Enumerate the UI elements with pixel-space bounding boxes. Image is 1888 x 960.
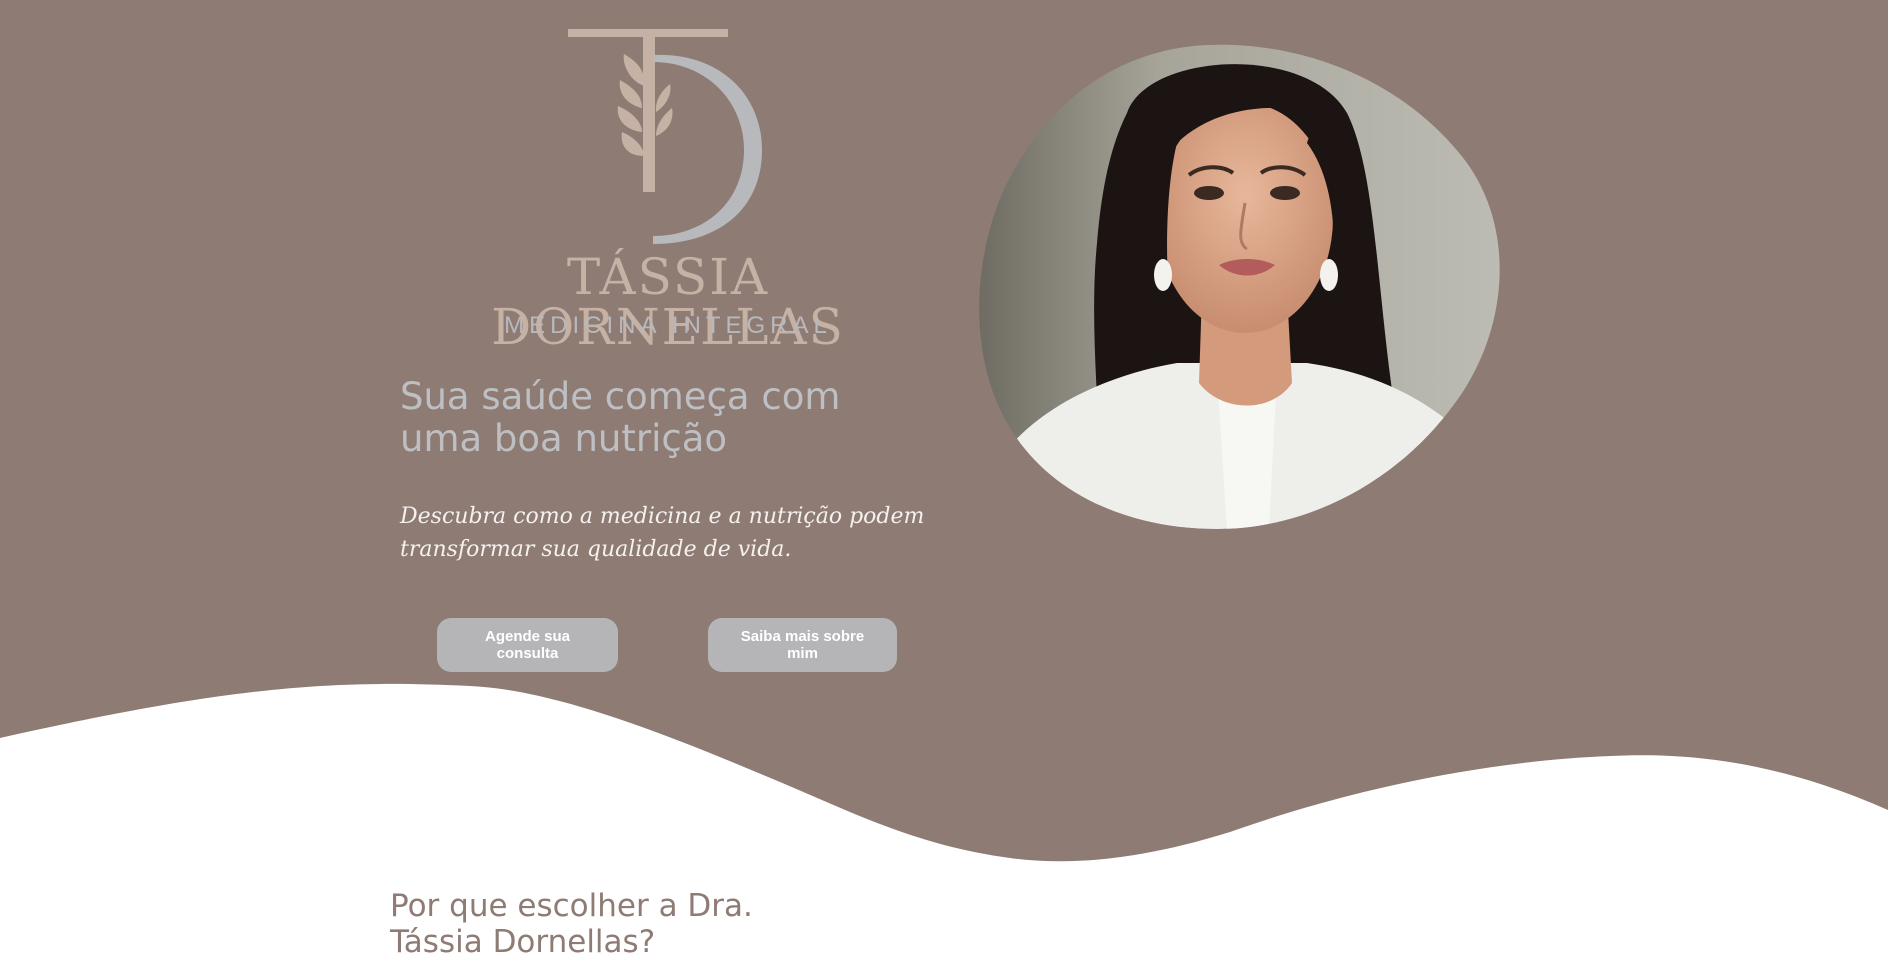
hero-headline: Sua saúde começa com uma boa nutrição xyxy=(400,375,841,460)
doctor-portrait-photo xyxy=(979,44,1500,529)
brand-subtitle: MEDICINA INTEGRAL xyxy=(504,312,832,339)
td-monogram-icon xyxy=(568,29,762,245)
hero-background xyxy=(0,0,1888,937)
hero-tagline: Descubra como a medicina e a nutrição po… xyxy=(400,504,925,562)
about-me-button[interactable]: Saiba mais sobre mim xyxy=(708,618,897,672)
why-section-title: Por que escolher a Dra. Tássia Dornellas… xyxy=(390,888,753,960)
book-appointment-button[interactable]: Agende sua consulta xyxy=(437,618,618,672)
